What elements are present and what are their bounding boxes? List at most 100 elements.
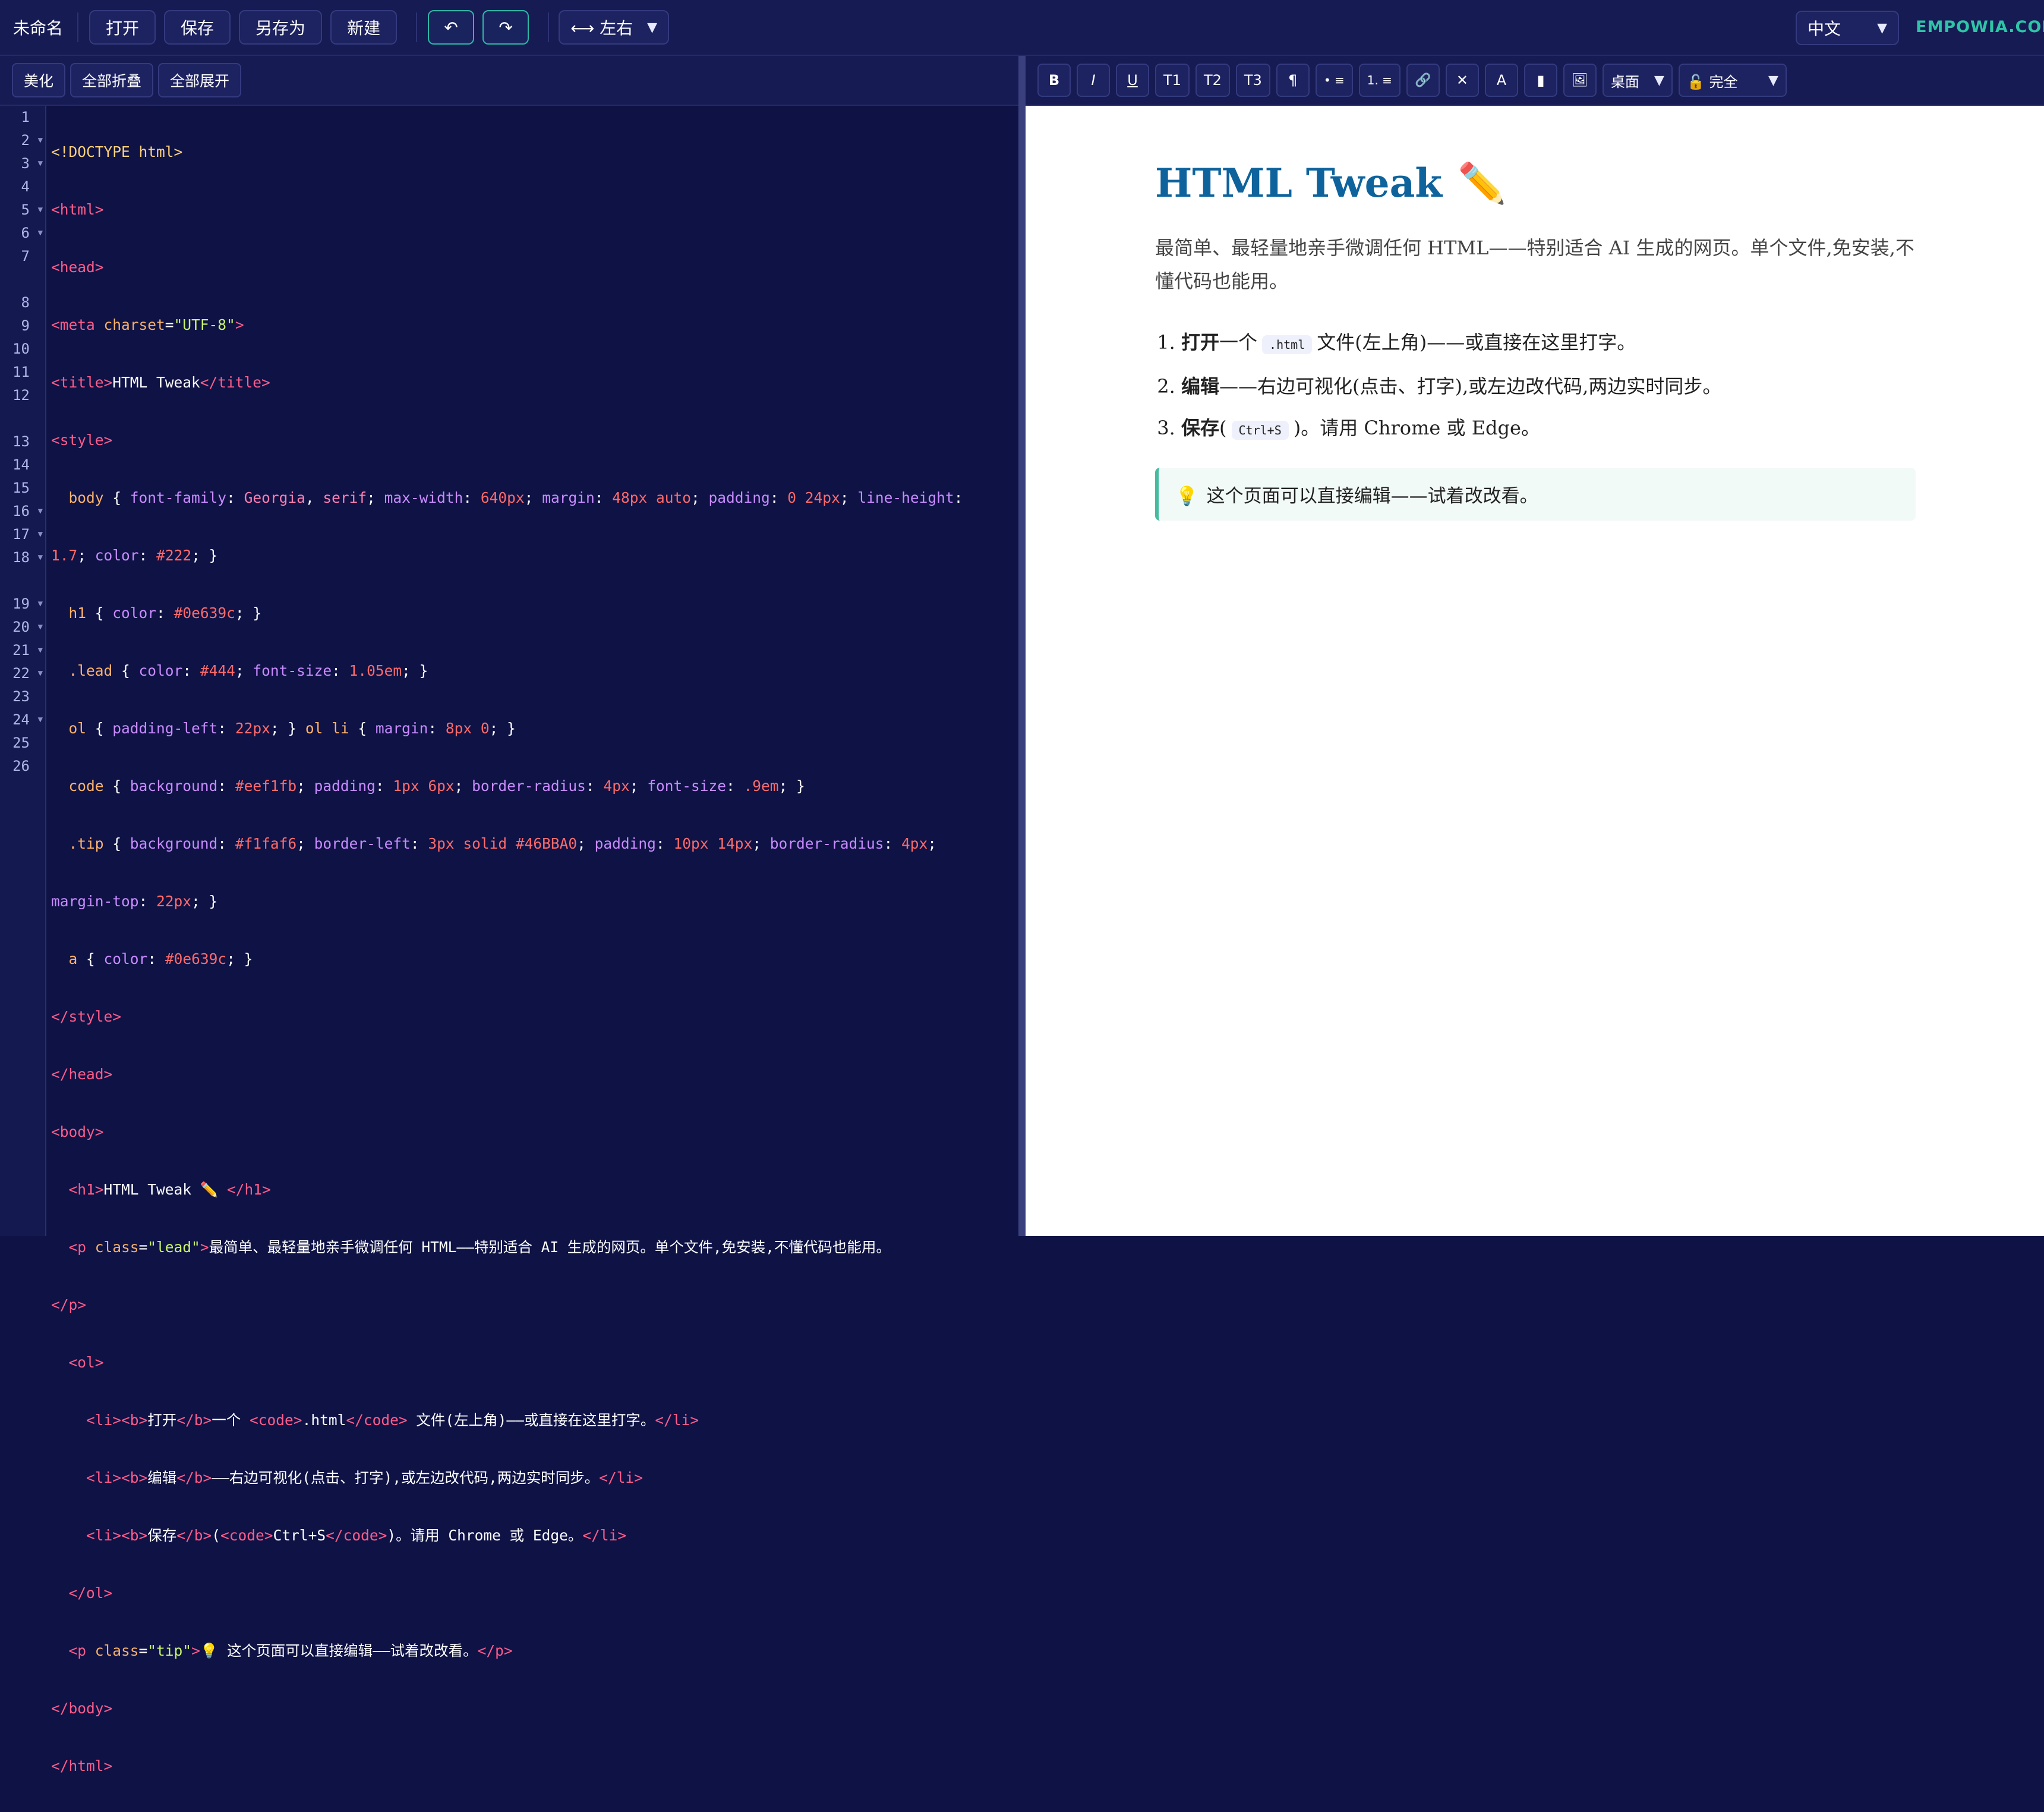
fold-all-button[interactable]: 全部折叠 — [70, 63, 154, 97]
unfold-all-button[interactable]: 全部展开 — [158, 63, 242, 97]
document-title[interactable]: 未命名 — [13, 15, 63, 39]
line-number: 25 — [12, 735, 30, 751]
heading-2-button[interactable]: T2 — [1195, 64, 1230, 97]
line-number: 18 ▼ — [0, 546, 45, 593]
new-button[interactable]: 新建 — [330, 10, 398, 45]
paragraph-button[interactable]: ¶ — [1276, 64, 1310, 97]
brand-link[interactable]: EMPOWIA.COM — [1916, 18, 2044, 36]
step-label: 打开 — [1181, 330, 1220, 354]
fold-arrow-icon[interactable]: ▼ — [38, 500, 43, 523]
code-line: <!DOCTYPE html> — [51, 143, 183, 160]
save-button[interactable]: 保存 — [164, 10, 231, 45]
tip-text: 这个页面可以直接编辑——试着改改看。 — [1206, 485, 1538, 507]
undo-icon: ↶ — [444, 17, 458, 37]
italic-button[interactable]: I — [1077, 64, 1110, 97]
highlight-icon: ▮ — [1537, 72, 1545, 89]
layout-select[interactable]: ⟷ 左右 ▼ — [559, 10, 670, 45]
clear-format-button[interactable]: ✕ — [1445, 64, 1479, 97]
line-number: 21 ▼ — [0, 639, 45, 662]
code-line: <body> — [51, 1123, 104, 1140]
underline-button[interactable]: U — [1116, 64, 1149, 97]
language-select[interactable]: 中文 ▼ — [1796, 11, 1899, 45]
preview-heading-text: HTML Tweak — [1155, 160, 1443, 206]
preview-tip[interactable]: 💡 这个页面可以直接编辑——试着改改看。 — [1155, 467, 1916, 521]
code-line: <html> — [51, 201, 104, 218]
code-line: </head> — [51, 1066, 113, 1083]
bullet-list-button[interactable]: • ≡ — [1315, 64, 1353, 97]
line-number: 2 ▼ — [0, 129, 45, 152]
language-select-value: 中文 — [1808, 19, 1841, 39]
heading-3-icon: T3 — [1244, 72, 1262, 89]
toolbar-divider — [416, 12, 418, 42]
code-line: </body> — [51, 1700, 113, 1717]
fold-arrow-icon[interactable]: ▼ — [38, 152, 43, 175]
heading-1-button[interactable]: T1 — [1155, 64, 1190, 97]
background-color-button[interactable]: ▮ — [1523, 64, 1557, 97]
list-item[interactable]: 保存(Ctrl+S)。请用 Chrome 或 Edge。 — [1181, 407, 1916, 451]
heading-1-icon: T1 — [1163, 72, 1181, 89]
code-line-wrap: margin-top: 22px; } — [51, 893, 218, 910]
code-line: h1 { color: #0e639c; } — [51, 604, 262, 622]
fold-arrow-icon[interactable]: ▼ — [38, 662, 43, 685]
preview-lead[interactable]: 最简单、最轻量地亲手微调任何 HTML——特别适合 AI 生成的网页。单个文件,… — [1155, 231, 1916, 298]
line-number: 8 — [21, 294, 30, 311]
code-line: <p class="lead">最简单、最轻量地亲手微调任何 HTML——特别适… — [51, 1239, 891, 1256]
beautify-button[interactable]: 美化 — [12, 63, 66, 97]
line-number-gutter: 1 2 ▼ 3 ▼ 4 5 ▼ 6 ▼ 7 8 9 10 11 12 13 14 15 … — [0, 106, 46, 1236]
code-text[interactable]: <!DOCTYPE html> <html> <head> <meta char… — [46, 106, 1018, 1775]
code-editor[interactable]: 1 2 ▼ 3 ▼ 4 5 ▼ 6 ▼ 7 8 9 10 11 12 13 14 15 … — [0, 106, 1018, 1775]
heading-3-button[interactable]: T3 — [1235, 64, 1270, 97]
line-number: 13 — [12, 433, 30, 450]
fold-arrow-icon[interactable]: ▼ — [38, 523, 43, 546]
bold-icon: B — [1048, 72, 1060, 89]
line-number: 10 — [12, 341, 30, 357]
code-line: <li><b>保存</b>(<code>Ctrl+S</code>)。请用 Ch… — [51, 1527, 627, 1544]
code-line: .tip { background: #f1faf6; border-left:… — [51, 835, 937, 852]
fold-arrow-icon[interactable]: ▼ — [38, 222, 43, 245]
link-button[interactable]: 🔗 — [1406, 64, 1440, 97]
step-label: 编辑 — [1181, 374, 1220, 398]
preview-heading[interactable]: HTML Tweak ✏️ — [1155, 162, 1916, 205]
panel-splitter[interactable] — [1018, 56, 1026, 1236]
undo-button[interactable]: ↶ — [428, 10, 475, 45]
numbered-list-button[interactable]: 1. ≡ — [1358, 64, 1400, 97]
line-number: 5 ▼ — [0, 198, 45, 222]
pencil-icon: ✏️ — [1458, 160, 1507, 206]
redo-icon: ↷ — [499, 17, 513, 37]
code-line: </style> — [51, 1008, 122, 1025]
line-number: 26 — [12, 758, 30, 774]
bold-button[interactable]: B — [1037, 64, 1071, 97]
edit-mode-select[interactable]: 🔓 完全 ▼ — [1678, 64, 1787, 97]
code-line: <li><b>打开</b>一个 <code>.html</code> 文件(左上… — [51, 1411, 699, 1429]
line-number: 9 — [21, 317, 30, 334]
font-color-button[interactable]: A — [1484, 64, 1518, 97]
step-text: ( — [1219, 416, 1227, 439]
image-button[interactable]: 🖼 — [1563, 64, 1597, 97]
line-number: 17 ▼ — [0, 523, 45, 546]
open-button[interactable]: 打开 — [89, 10, 156, 45]
fold-arrow-icon[interactable]: ▼ — [38, 616, 43, 639]
line-number: 20 ▼ — [0, 616, 45, 639]
italic-icon: I — [1091, 72, 1096, 89]
device-select[interactable]: 桌面 ▼ — [1602, 64, 1673, 97]
top-toolbar: 未命名 打开 保存 另存为 新建 ↶ ↷ ⟷ 左右 ▼ — [0, 0, 2044, 56]
fold-arrow-icon[interactable]: ▼ — [38, 639, 43, 662]
fold-arrow-icon[interactable]: ▼ — [38, 546, 43, 569]
step-text: 文件(左上角)——或直接在这里打字。 — [1317, 330, 1636, 354]
save-as-button[interactable]: 另存为 — [239, 10, 323, 45]
bullet-list-icon: • ≡ — [1323, 73, 1345, 87]
redo-button[interactable]: ↷ — [482, 10, 529, 45]
code-line: <meta charset="UTF-8"> — [51, 316, 244, 333]
list-item[interactable]: 编辑——右边可视化(点击、打字),或左边改代码,两边实时同步。 — [1181, 365, 1916, 407]
close-icon: ✕ — [1456, 72, 1468, 89]
fold-arrow-icon[interactable]: ▼ — [38, 593, 43, 616]
fold-arrow-icon[interactable]: ▼ — [38, 129, 43, 152]
line-number: 4 — [21, 178, 30, 195]
preview-document[interactable]: HTML Tweak ✏️ 最简单、最轻量地亲手微调任何 HTML——特别适合 … — [1155, 162, 1916, 521]
chevron-down-icon: ▼ — [1768, 73, 1778, 88]
fold-arrow-icon[interactable]: ▼ — [38, 198, 43, 222]
list-item[interactable]: 打开一个.html文件(左上角)——或直接在这里打字。 — [1181, 322, 1916, 365]
code-line: <li><b>编辑</b>——右边可视化(点击、打字),或左边改代码,两边实时同… — [51, 1469, 644, 1486]
line-number: 14 — [12, 456, 30, 473]
fold-arrow-icon[interactable]: ▼ — [38, 708, 43, 732]
